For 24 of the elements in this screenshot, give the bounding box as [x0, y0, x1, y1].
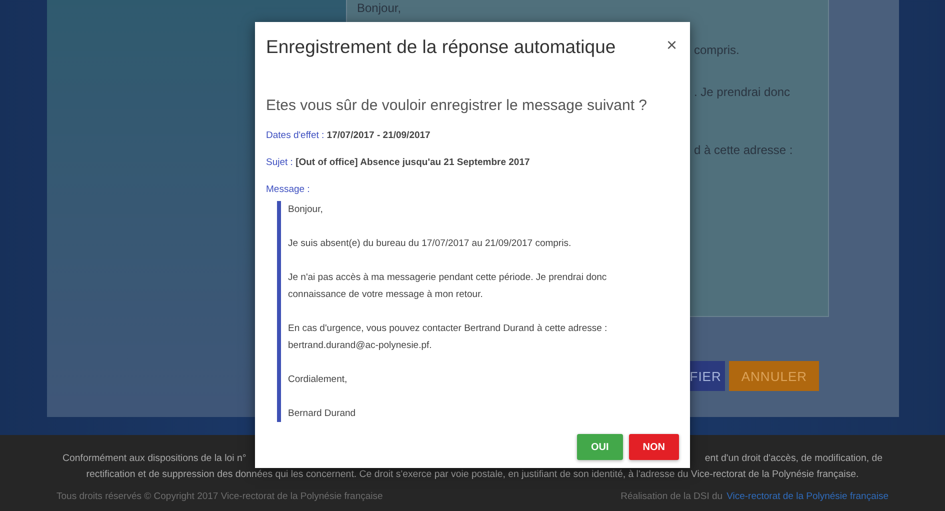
textarea-line: compris. — [694, 42, 740, 58]
message-paragraph: Bernard Durand — [288, 407, 357, 421]
confirmation-question: Etes vous sûr de vouloir enregistrer le message suivant ? — [266, 97, 648, 114]
message-paragraph: Je n'ai pas accès à ma messagerie pendant cette période. Je prendrai donc connaissance de votre message à mon retour. — [288, 271, 608, 302]
credit-link[interactable]: Vice-rectorat de la Polynésie française — [726, 491, 888, 502]
credit-text: Réalisation de la DSI du — [620, 491, 723, 502]
legal-notice-text: Conformément aux dispositions de la loi n° — [62, 452, 246, 466]
copyright-text: Tous droits réservés © Copyright 2017 Vice-rectorat de la Polynésie française — [56, 491, 383, 502]
textarea-line: d à cette adresse : — [694, 142, 793, 158]
message-paragraph: Cordialement, — [288, 373, 348, 387]
no-button[interactable]: NON — [628, 434, 679, 460]
message-paragraph: En cas d'urgence, vous pouvez contacter Bertrand Durand à cette adresse : bertrand.durand@ac-polynesie.pf. — [288, 322, 608, 353]
close-button[interactable]: × — [664, 38, 679, 52]
legal-notice-text: rectification et de suppression des données qui les concernent. Ce droit s'exerce par voie postale, en justifiant de son identité, à l'adresse du Vice-rectorat de la Polynésie française. — [86, 468, 859, 482]
field-row-text: Dates d'effet : 17/07/2017 - 21/09/2017 — [266, 130, 432, 141]
yes-button[interactable]: OUI — [576, 434, 623, 460]
textarea-line: . Je prendrai donc — [694, 84, 790, 100]
field-row-text: Sujet : [Out of office] Absence jusqu'au 21 Septembre 2017 — [266, 157, 531, 168]
dialog-title: Enregistrement de la réponse automatique — [266, 36, 616, 58]
message-paragraph: Bonjour, — [288, 203, 324, 217]
legal-notice-text: ent d'un droit d'accès, de modification, de — [704, 452, 882, 466]
message-label: Message : — [266, 184, 311, 195]
textarea-line: Bonjour, — [357, 0, 402, 16]
message-paragraph: Je suis absent(e) du bureau du 17/07/2017 au 21/09/2017 compris. — [288, 237, 572, 251]
